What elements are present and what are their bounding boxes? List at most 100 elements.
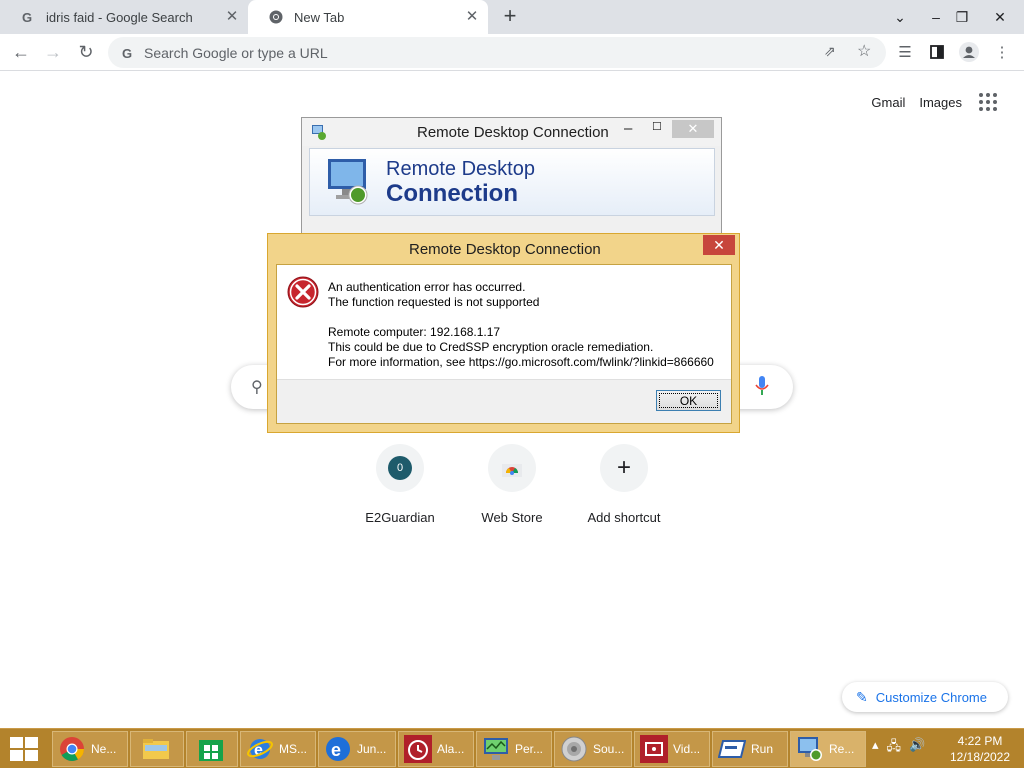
- network-icon[interactable]: 🖧: [887, 737, 902, 759]
- video-icon: [639, 734, 669, 764]
- tab-strip: G idris faid - Google Search ✕ New Tab ✕…: [0, 0, 1024, 34]
- omnibox-input[interactable]: [144, 44, 784, 61]
- taskbar-item-label: Sou...: [593, 742, 625, 756]
- customize-label: Customize Chrome: [875, 689, 987, 705]
- profile-avatar-icon[interactable]: [957, 40, 981, 64]
- close-tab-icon[interactable]: ✕: [464, 9, 480, 25]
- tab-google-search[interactable]: G idris faid - Google Search ✕: [0, 0, 248, 34]
- error-icon: [287, 276, 319, 308]
- menu-kebab-icon[interactable]: ⋮: [990, 40, 1014, 64]
- dialog-close-button[interactable]: ✕: [703, 235, 735, 255]
- error-line: For more information, see https://go.mic…: [328, 355, 714, 369]
- google-g-icon: G: [20, 9, 36, 25]
- rdc-title-bar[interactable]: Remote Desktop Connection – ☐ ✕: [302, 118, 721, 146]
- dialog-title: Remote Desktop Connection: [409, 241, 601, 258]
- shortcut-web-store[interactable]: Web Store: [456, 444, 568, 525]
- pencil-icon: ✎: [856, 688, 868, 705]
- tab-new-tab[interactable]: New Tab ✕: [248, 0, 488, 34]
- alarm-clock-icon: [403, 734, 433, 764]
- shortcut-e2guardian[interactable]: 0 E2Guardian: [344, 444, 456, 525]
- apps-grid-icon[interactable]: [976, 90, 1000, 114]
- taskbar-item-ms-edge[interactable]: e MS...: [240, 731, 316, 767]
- taskbar-item-video[interactable]: Vid...: [634, 731, 710, 767]
- customize-chrome-button[interactable]: ✎ Customize Chrome: [842, 682, 1008, 712]
- taskbar-item-label: Run: [751, 742, 774, 756]
- address-bar[interactable]: G ⇗ ☆: [108, 37, 886, 68]
- taskbar-item-performance[interactable]: Per...: [476, 731, 552, 767]
- rdc-monitor-icon: [795, 734, 825, 764]
- shortcut-add[interactable]: + Add shortcut: [568, 444, 680, 525]
- close-button[interactable]: ✕: [672, 120, 714, 138]
- share-icon[interactable]: ⇗: [824, 43, 836, 60]
- taskbar-item-store[interactable]: [186, 731, 238, 767]
- taskbar-clock[interactable]: 4:22 PM 12/18/2022: [944, 733, 1016, 765]
- internet-explorer-icon: e: [323, 734, 353, 764]
- error-line: The function requested is not supported: [328, 295, 540, 309]
- google-g-icon: G: [120, 45, 136, 61]
- taskbar-item-label: Re...: [829, 742, 855, 756]
- shortcuts-row: 0 E2Guardian Web Store + Add shortcut: [344, 444, 680, 525]
- gmail-link[interactable]: Gmail: [871, 95, 905, 110]
- bookmark-star-icon[interactable]: ☆: [857, 41, 871, 61]
- taskbar-item-ie[interactable]: e Jun...: [318, 731, 396, 767]
- shortcut-label: Add shortcut: [587, 510, 661, 525]
- close-tab-icon[interactable]: ✕: [224, 9, 240, 25]
- folder-icon: [141, 734, 171, 764]
- windows-start-icon[interactable]: [10, 737, 38, 761]
- search-icon: ⚲: [251, 379, 263, 396]
- taskbar-item-label: Jun...: [357, 742, 387, 756]
- tab-title: New Tab: [294, 9, 345, 25]
- restore-button[interactable]: ❐: [946, 0, 978, 34]
- browser-toolbar: ← → ↻ G ⇗ ☆ ☰ ⋮: [0, 34, 1024, 71]
- ntp-top-links: Gmail Images: [871, 90, 1000, 114]
- new-tab-button[interactable]: +: [498, 5, 522, 29]
- error-line-spacer: [328, 310, 714, 325]
- rdc-banner: Remote Desktop Connection: [309, 148, 715, 216]
- svg-text:e: e: [331, 740, 341, 760]
- error-line: This could be due to CredSSP encryption …: [328, 340, 654, 354]
- reload-icon[interactable]: ↻: [74, 40, 98, 64]
- maximize-button[interactable]: ☐: [652, 120, 662, 133]
- plus-icon: +: [616, 454, 631, 481]
- error-dialog: Remote Desktop Connection ✕ An authentic…: [267, 233, 740, 433]
- error-line: An authentication error has occurred.: [328, 280, 526, 294]
- taskbar-item-chrome[interactable]: Ne...: [52, 731, 128, 767]
- tab-title: idris faid - Google Search: [46, 9, 193, 25]
- back-arrow-icon[interactable]: ←: [9, 40, 33, 64]
- dialog-footer: OK: [277, 379, 731, 423]
- taskbar-item-label: MS...: [279, 742, 308, 756]
- forward-arrow-icon[interactable]: →: [41, 40, 65, 64]
- chrome-icon: [268, 9, 284, 25]
- rdc-banner-line1: Remote Desktop: [386, 158, 535, 180]
- chrome-icon: [57, 734, 87, 764]
- web-store-icon: [502, 464, 522, 477]
- close-window-button[interactable]: ✕: [984, 0, 1016, 34]
- dialog-body: An authentication error has occurred. Th…: [276, 264, 732, 424]
- taskbar-item-alarms[interactable]: Ala...: [398, 731, 474, 767]
- minimize-button[interactable]: –: [624, 120, 632, 137]
- images-link[interactable]: Images: [919, 95, 962, 110]
- taskbar-item-explorer[interactable]: [130, 731, 184, 767]
- performance-monitor-icon: [481, 734, 511, 764]
- volume-icon[interactable]: 🔊: [909, 737, 925, 759]
- reading-list-icon[interactable]: ☰: [893, 40, 917, 64]
- taskbar-item-label: Ala...: [437, 742, 465, 756]
- ok-button[interactable]: OK: [656, 390, 721, 411]
- shortcut-label: Web Store: [481, 510, 543, 525]
- taskbar-item-remote-desktop[interactable]: Re...: [790, 731, 866, 767]
- e2guardian-icon: 0: [388, 456, 412, 480]
- system-tray: ▴ 🖧 🔊: [872, 737, 925, 759]
- taskbar-item-label: Ne...: [91, 742, 117, 756]
- tab-search-icon[interactable]: ⌄: [884, 0, 916, 34]
- speaker-icon: [559, 734, 589, 764]
- taskbar-item-sound[interactable]: Sou...: [554, 731, 632, 767]
- error-line: Remote computer: 192.168.1.17: [328, 325, 501, 339]
- taskbar-item-run[interactable]: Run: [712, 731, 788, 767]
- svg-text:G: G: [22, 10, 32, 24]
- side-panel-icon[interactable]: [925, 40, 949, 64]
- clock-time: 4:22 PM: [957, 734, 1003, 748]
- rdc-title: Remote Desktop Connection: [417, 124, 609, 141]
- voice-search-mic-icon[interactable]: [755, 375, 769, 402]
- show-hidden-icons-chevron-icon[interactable]: ▴: [872, 737, 879, 759]
- dialog-title-bar[interactable]: Remote Desktop Connection: [268, 234, 739, 264]
